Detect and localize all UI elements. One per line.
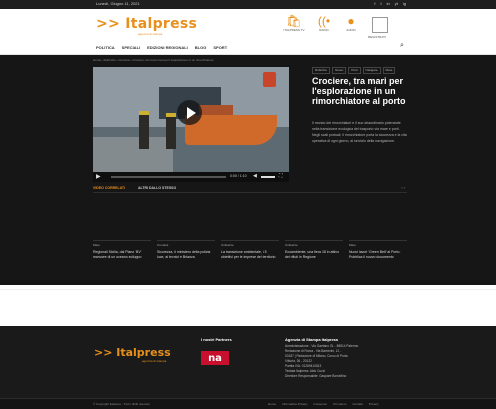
article-summary: Il mondo dei rimorchiatori e il suo stra… xyxy=(312,121,407,143)
card-category: Mare xyxy=(93,243,100,247)
footer-link[interactable]: Privacy xyxy=(369,402,379,406)
site-footer xyxy=(0,326,496,409)
ecommerce-icon[interactable]: 🛍 ITALPRESS TV xyxy=(283,14,305,32)
footer-link[interactable]: Consenso xyxy=(314,402,328,406)
card-category: Ambiente xyxy=(221,243,234,247)
site-logo[interactable]: >> Italpress xyxy=(96,16,197,32)
audio-icon[interactable]: ● AUDIO xyxy=(340,14,362,32)
copyright: © Copyright Italpress - Tutti i diritti … xyxy=(93,402,150,406)
main-nav: POLITICA SPECIALI EDIZIONI REGIONALI BLO… xyxy=(96,42,408,52)
video-frame-quay xyxy=(93,137,173,172)
nav-item-politica[interactable]: POLITICA xyxy=(96,45,115,50)
card-title[interactable]: Ecoambiente, una fiera 18 in attivo dei … xyxy=(285,250,343,260)
tag[interactable]: Porti xyxy=(348,67,361,74)
fullscreen-icon[interactable]: ⛶ xyxy=(279,173,283,179)
footer-links: Home Informativa Privacy Consenso Chi si… xyxy=(268,402,379,406)
card-category: Cronaca xyxy=(157,243,169,247)
tag[interactable]: Rubriche xyxy=(312,67,331,74)
play-pause-icon[interactable]: ▶ xyxy=(96,173,101,180)
ecommerce-label: ITALPRESS TV xyxy=(283,28,305,32)
footer-link[interactable]: Chi siamo xyxy=(333,402,346,406)
card-category: Ambiente xyxy=(285,243,298,247)
register-box[interactable] xyxy=(372,17,388,33)
tab-more-from[interactable]: ALTRI DALLO STESSO xyxy=(138,186,176,190)
video-time: 0:00 / 1:10 xyxy=(230,174,247,178)
twitter-icon[interactable]: t xyxy=(381,1,382,6)
footer-link[interactable]: Informativa Privacy xyxy=(282,402,308,406)
agency-address: Amministrazione - Via Gaetano Gl... 8851… xyxy=(285,344,359,378)
tag[interactable]: Mare xyxy=(382,67,396,74)
current-date: Lunedì, Giugno 11, 2021 xyxy=(96,1,140,6)
nav-item-blog[interactable]: BLOG xyxy=(195,45,207,50)
related-card[interactable]: Ambiente La transizione ambientale, i 5 … xyxy=(221,240,279,260)
tab-related-videos[interactable]: VIDEO CORRELATI xyxy=(93,186,125,190)
video-progress-bar[interactable] xyxy=(111,176,226,178)
volume-slider[interactable] xyxy=(261,176,275,178)
footer-link[interactable]: Contatti xyxy=(352,402,362,406)
partner-logo-mna[interactable]: na xyxy=(201,351,229,365)
article-tags: Rubriche Green Porti Navigare Mare xyxy=(312,67,396,74)
breadcrumb: Home › Rubriche › Crociera › Crociere, t… xyxy=(93,58,214,62)
content-divider xyxy=(0,289,496,290)
footer-link[interactable]: Home xyxy=(268,402,276,406)
video-controls: ▶ 0:00 / 1:10 ◀ ⛶ xyxy=(93,172,289,182)
card-title[interactable]: Sicurezza, il ministero della polizia lu… xyxy=(157,250,215,260)
play-icon[interactable] xyxy=(187,107,196,119)
logo-tagline: agenzia di stampa xyxy=(138,32,163,36)
facebook-icon[interactable]: f xyxy=(374,1,375,6)
radio-label: RADIO xyxy=(319,28,329,32)
partners-title: I nostri Partners xyxy=(201,337,232,342)
tag[interactable]: Green xyxy=(332,67,347,74)
audio-label: AUDIO xyxy=(346,28,356,32)
related-card[interactable]: Cronaca Sicurezza, il ministero della po… xyxy=(157,240,215,260)
radio-icon[interactable]: ((• RADIO xyxy=(313,14,335,32)
related-cards: Mare Regionali Sicilia, dal Piano ‘BV’ m… xyxy=(93,240,407,260)
linkedin-icon[interactable]: in xyxy=(387,1,390,6)
card-title[interactable]: La transizione ambientale, i 5 obiettivi… xyxy=(221,250,279,260)
video-player[interactable] xyxy=(93,67,289,172)
agency-title: Agenzia di Stampa Italpress xyxy=(285,337,339,342)
footer-logo-tagline: agenzia di stampa xyxy=(142,359,167,363)
video-frame-firefighter xyxy=(166,113,176,149)
footer-bottom-bar xyxy=(0,398,496,409)
nav-item-speciali[interactable]: SPECIALI xyxy=(122,45,140,50)
article-title[interactable]: Crociere, tra mari per l'esplorazione in… xyxy=(312,76,407,106)
top-bar: Lunedì, Giugno 11, 2021 f t in yt ig xyxy=(0,0,496,9)
card-title[interactable]: Nuovi lavori ‘Green Belt’ al Porto. Pubb… xyxy=(349,250,407,260)
youtube-icon[interactable]: yt xyxy=(395,1,398,6)
related-card[interactable]: Ambiente Ecoambiente, una fiera 18 in at… xyxy=(285,240,343,260)
search-icon[interactable]: ⌕ xyxy=(400,42,404,50)
site-header: >> Italpress agenzia di stampa 🛍 ITALPRE… xyxy=(0,9,496,39)
card-category: Mare xyxy=(349,243,356,247)
card-title[interactable]: Regionali Sicilia, dal Piano ‘BV’ manovr… xyxy=(93,250,151,260)
footer-logo[interactable]: >> Italpress xyxy=(94,346,171,359)
register-label: REGISTRATI xyxy=(368,35,386,39)
tag[interactable]: Navigare xyxy=(362,67,381,74)
related-card[interactable]: Mare Nuovi lavori ‘Green Belt’ al Porto.… xyxy=(349,240,407,260)
nav-item-sport[interactable]: SPORT xyxy=(213,45,227,50)
volume-icon[interactable]: ◀ xyxy=(253,173,257,179)
video-frame-firefighter xyxy=(139,111,149,149)
related-card[interactable]: Mare Regionali Sicilia, dal Piano ‘BV’ m… xyxy=(93,240,151,260)
social-links: f t in yt ig xyxy=(374,1,406,6)
instagram-icon[interactable]: ig xyxy=(403,1,406,6)
carousel-arrows-icon[interactable]: ‹ › xyxy=(401,185,405,190)
nav-item-edizioni[interactable]: EDIZIONI REGIONALI xyxy=(147,45,188,50)
related-section-header: VIDEO CORRELATI ALTRI DALLO STESSO ‹ › xyxy=(93,185,407,193)
fire-brigade-logo xyxy=(263,72,276,87)
